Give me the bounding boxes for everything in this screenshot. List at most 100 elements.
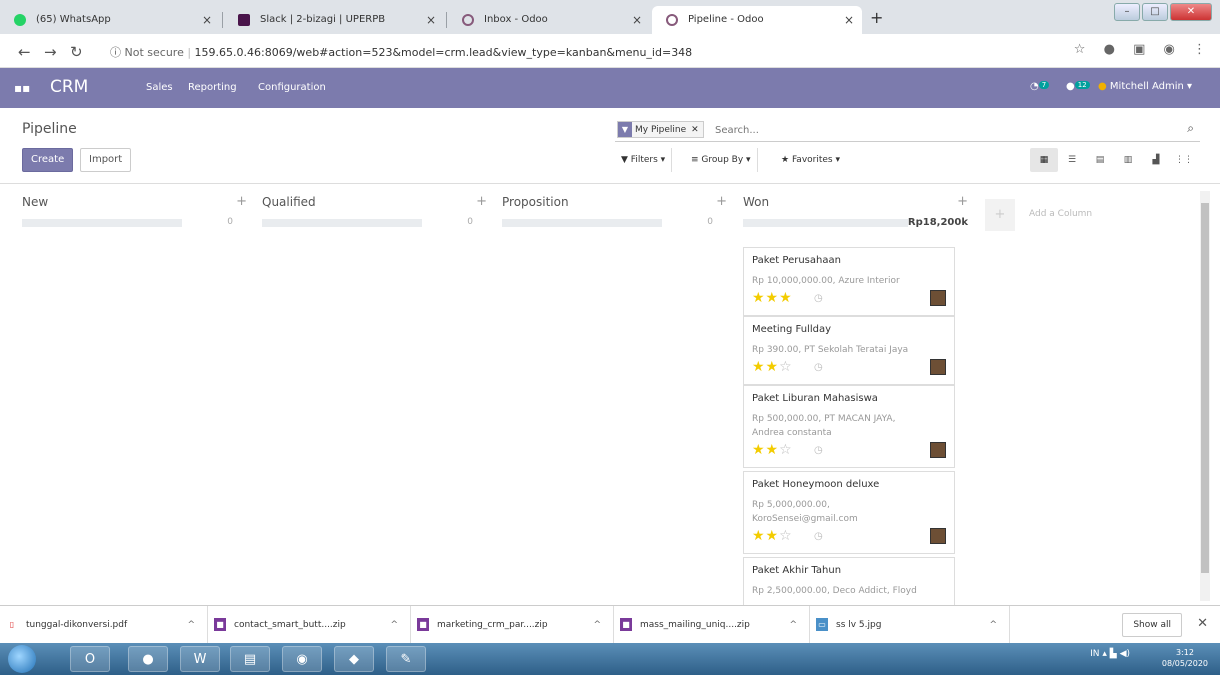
priority-stars[interactable]: ★★☆ xyxy=(752,442,793,458)
network-icon[interactable]: ▙ xyxy=(1110,649,1117,659)
minimize-button[interactable]: – xyxy=(1114,3,1140,21)
user-avatar-icon: ● xyxy=(1098,81,1107,92)
close-icon[interactable]: × xyxy=(632,6,642,34)
vertical-scrollbar[interactable] xyxy=(1200,191,1210,601)
url-field[interactable]: ⓘ Not secure | 159.65.0.46:8069/web#acti… xyxy=(110,44,692,60)
tab-whatsapp[interactable]: (65) WhatsApp × xyxy=(0,6,220,34)
new-tab-button[interactable]: + xyxy=(870,8,883,27)
priority-stars[interactable]: ★★☆ xyxy=(752,528,793,544)
whatsapp-icon xyxy=(14,14,26,26)
filter-icon: ▼ xyxy=(618,122,632,137)
chevron-up-icon[interactable]: ^ xyxy=(789,606,797,644)
download-item[interactable]: ▭ ss lv 5.jpg ^ xyxy=(810,606,1010,644)
firefox-icon[interactable]: ● xyxy=(128,646,168,672)
quick-create-icon[interactable]: + xyxy=(476,194,487,209)
plus-icon[interactable]: + xyxy=(985,199,1015,231)
search-icon[interactable]: ⌕ xyxy=(1187,121,1194,136)
kanban-card[interactable]: Paket Akhir Tahun Rp 2,500,000.00, Deco … xyxy=(743,557,955,605)
import-button[interactable]: Import xyxy=(80,148,132,172)
favorites-dropdown[interactable]: ★ Favorites ▾ xyxy=(775,148,846,172)
tab-inbox-odoo[interactable]: Inbox - Odoo × xyxy=(448,6,650,34)
kanban-card[interactable]: Paket Liburan Mahasiswa Rp 500,000.00, P… xyxy=(743,385,955,468)
column-count: 0 xyxy=(467,217,473,227)
tab-slack[interactable]: Slack | 2-bizagi | UPERPB × xyxy=(224,6,444,34)
calendar-view-icon[interactable]: ▤ xyxy=(1086,148,1114,172)
menu-dots-icon[interactable]: ⋮ xyxy=(1193,42,1206,57)
user-menu[interactable]: ● Mitchell Admin ▾ xyxy=(1098,81,1192,92)
show-all-button[interactable]: Show all xyxy=(1122,613,1182,637)
filters-dropdown[interactable]: ▼ Filters ▾ xyxy=(615,148,673,172)
forward-arrow-icon[interactable]: → xyxy=(44,43,57,61)
activity-button[interactable]: ◔ 7 xyxy=(1030,81,1050,92)
column-count: 0 xyxy=(227,217,233,227)
groupby-dropdown[interactable]: ≡ Group By ▾ xyxy=(685,148,758,172)
column-title[interactable]: Won xyxy=(743,195,769,209)
priority-stars[interactable]: ★★☆ xyxy=(752,359,793,375)
start-button[interactable] xyxy=(8,645,36,673)
download-item[interactable]: ▯ tunggal-dikonversi.pdf ^ xyxy=(0,606,208,644)
window-close-button[interactable]: ✕ xyxy=(1170,3,1212,21)
scrollbar-thumb[interactable] xyxy=(1201,203,1209,573)
search-input[interactable] xyxy=(715,121,1155,139)
outlook-icon[interactable]: O xyxy=(70,646,110,672)
download-item[interactable]: ■ mass_mailing_uniq....zip ^ xyxy=(614,606,810,644)
chevron-up-icon[interactable]: ^ xyxy=(989,606,997,644)
close-icon[interactable]: ✕ xyxy=(1197,616,1208,631)
volume-icon[interactable]: ◀) xyxy=(1120,649,1130,659)
search-facet[interactable]: ▼ My Pipeline ✕ xyxy=(617,121,704,138)
chrome-icon[interactable]: ◉ xyxy=(282,646,322,672)
close-icon[interactable]: × xyxy=(844,6,854,34)
activity-clock-icon[interactable]: ◷ xyxy=(814,293,823,304)
extension-icon[interactable]: ● xyxy=(1104,42,1115,57)
activity-clock-icon[interactable]: ◷ xyxy=(814,531,823,542)
word-icon[interactable]: W xyxy=(180,646,220,672)
profile-avatar-icon[interactable]: ◉ xyxy=(1164,42,1175,57)
apps-grid-icon[interactable]: ▪▪ xyxy=(14,81,30,95)
quick-create-icon[interactable]: + xyxy=(716,194,727,209)
menu-configuration[interactable]: Configuration xyxy=(258,82,326,93)
chevron-up-icon[interactable]: ^ xyxy=(390,606,398,644)
column-title[interactable]: Proposition xyxy=(502,195,569,209)
close-icon[interactable]: × xyxy=(426,6,436,34)
app-icon[interactable]: ◆ xyxy=(334,646,374,672)
download-item[interactable]: ■ marketing_crm_par....zip ^ xyxy=(411,606,614,644)
caret-down-icon: ▾ xyxy=(1187,81,1193,92)
progress-bar xyxy=(743,219,908,227)
graph-view-icon[interactable]: ▟ xyxy=(1142,148,1170,172)
taskbar-clock[interactable]: 3:12 08/05/2020 xyxy=(1162,647,1208,669)
download-item[interactable]: ■ contact_smart_butt....zip ^ xyxy=(208,606,411,644)
activity-clock-icon[interactable]: ◷ xyxy=(814,362,823,373)
remove-facet-icon[interactable]: ✕ xyxy=(691,125,699,135)
list-view-icon[interactable]: ☰ xyxy=(1058,148,1086,172)
paint-icon[interactable]: ✎ xyxy=(386,646,426,672)
kanban-view-icon[interactable]: ▦ xyxy=(1030,148,1058,172)
tab-pipeline-odoo[interactable]: Pipeline - Odoo × xyxy=(652,6,862,34)
chevron-up-icon[interactable]: ^ xyxy=(593,606,601,644)
back-arrow-icon[interactable]: ← xyxy=(18,43,31,61)
maximize-button[interactable]: □ xyxy=(1142,3,1168,21)
pivot-view-icon[interactable]: ▥ xyxy=(1114,148,1142,172)
activity-clock-icon[interactable]: ◷ xyxy=(814,445,823,456)
extension-icon[interactable]: ▣ xyxy=(1133,42,1145,57)
priority-stars[interactable]: ★★★ xyxy=(752,290,793,306)
quick-create-icon[interactable]: + xyxy=(236,194,247,209)
bookmark-star-icon[interactable]: ☆ xyxy=(1074,42,1086,57)
quick-create-icon[interactable]: + xyxy=(957,194,968,209)
chevron-up-icon[interactable]: ^ xyxy=(187,606,195,644)
kanban-column-new: New + 0 xyxy=(22,185,247,605)
menu-reporting[interactable]: Reporting xyxy=(188,82,237,93)
menu-sales[interactable]: Sales xyxy=(146,82,173,93)
create-button[interactable]: Create xyxy=(22,148,74,172)
reload-icon[interactable]: ↻ xyxy=(70,43,83,61)
close-icon[interactable]: × xyxy=(202,6,212,34)
app-brand[interactable]: CRM xyxy=(50,77,88,97)
column-title[interactable]: New xyxy=(22,195,48,209)
kanban-card[interactable]: Paket Honeymoon deluxe Rp 5,000,000.00, … xyxy=(743,471,955,554)
tray-arrow-icon[interactable]: ▴ xyxy=(1102,649,1109,659)
file-explorer-icon[interactable]: ▤ xyxy=(230,646,270,672)
kanban-card[interactable]: Paket Perusahaan Rp 10,000,000.00, Azure… xyxy=(743,247,955,316)
column-title[interactable]: Qualified xyxy=(262,195,316,209)
activity-view-icon[interactable]: ⋮⋮ xyxy=(1170,148,1198,172)
kanban-card[interactable]: Meeting Fullday Rp 390.00, PT Sekolah Te… xyxy=(743,316,955,385)
messages-button[interactable]: ● 12 xyxy=(1066,81,1090,92)
